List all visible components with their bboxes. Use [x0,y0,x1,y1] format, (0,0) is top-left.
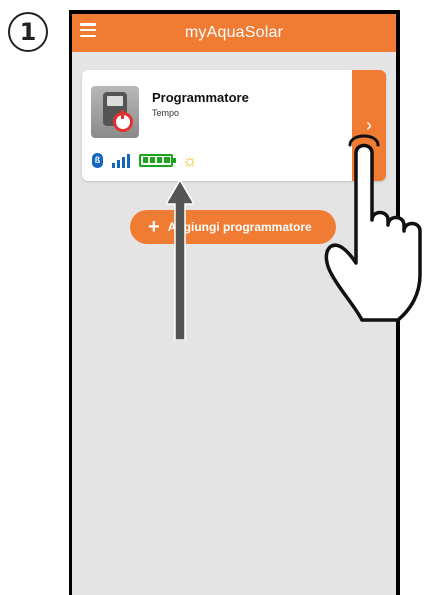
signal-strength-icon [112,153,130,168]
step-number-badge: 1 [8,12,48,52]
add-programmer-button[interactable]: + Aggiungi programmatore [130,210,336,244]
irrigation-controller-icon [91,86,139,138]
hamburger-menu-icon[interactable] [80,23,96,37]
app-bar: myAquaSolar [72,14,396,52]
plus-icon: + [148,215,160,238]
device-type: Tempo [152,108,180,118]
pointing-hand-icon [324,134,422,322]
status-row: ß ☼ [92,151,198,169]
step-number: 1 [19,18,37,46]
app-title: myAquaSolar [184,24,284,41]
swipe-up-arrow-icon [166,180,194,340]
bluetooth-icon: ß [92,152,103,168]
sun-icon: ☼ [182,150,198,170]
battery-icon [139,153,176,167]
device-name: Programmatore [152,90,249,105]
power-icon [113,110,133,132]
